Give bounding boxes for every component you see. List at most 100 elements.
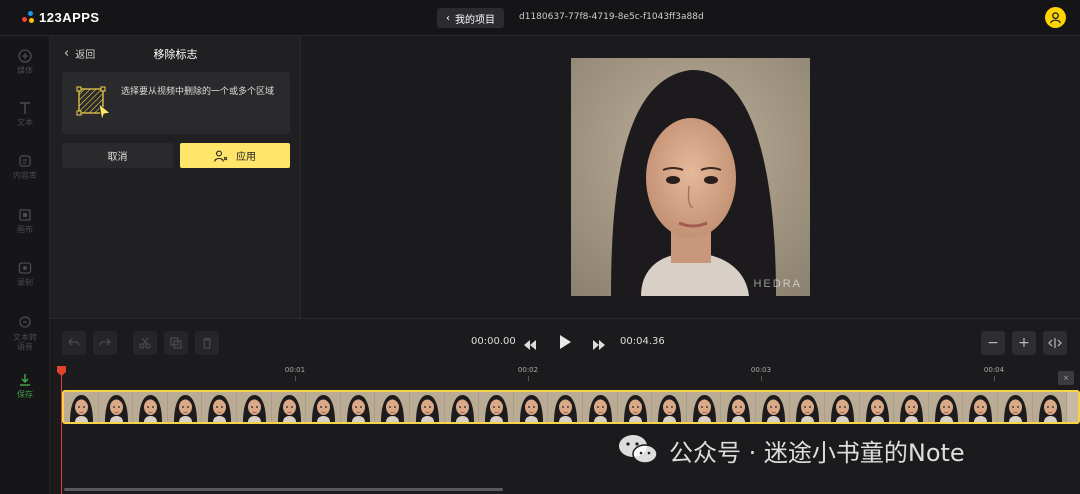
filmstrip-thumbnail [686, 392, 722, 422]
filmstrip-thumbnail [894, 392, 929, 422]
filmstrip-thumbnail [721, 392, 756, 422]
filmstrip-thumbnail [479, 392, 514, 422]
undo-button[interactable] [62, 331, 86, 355]
current-time: 00:00.00 [471, 336, 516, 347]
filmstrip-thumbnail [98, 392, 134, 422]
zoom-out-button[interactable]: − [981, 331, 1005, 355]
nav-item-library[interactable]: 内容库 [0, 153, 50, 180]
undo-icon [68, 338, 80, 346]
user-avatar[interactable] [1045, 7, 1066, 28]
filmstrip-thumbnail [513, 392, 549, 422]
nav-label: 媒体 [17, 66, 33, 75]
filmstrip-thumbnail [444, 392, 480, 422]
nav-label: 内容库 [13, 171, 37, 180]
canvas-icon [19, 209, 31, 221]
filmstrip-thumbnail [375, 392, 410, 422]
fit-timeline-button[interactable] [1043, 331, 1067, 355]
my-projects-label: 我的项目 [455, 14, 495, 26]
playhead-handle[interactable] [57, 366, 66, 376]
filmstrip-thumbnail [859, 392, 895, 422]
apply-button[interactable]: 应用 [180, 143, 290, 168]
filmstrip-thumbnail [582, 392, 618, 422]
text-icon [20, 102, 30, 114]
playback-controls: 00:00.00 00:04.36 − + [50, 318, 1080, 364]
filmstrip-thumbnail [928, 392, 964, 422]
filmstrip-thumbnail [64, 392, 99, 422]
nav-item-media[interactable]: 媒体 [0, 48, 50, 75]
video-frame[interactable]: HEDRA [571, 58, 810, 296]
filmstrip-thumbnail [409, 392, 445, 422]
video-watermark[interactable]: HEDRA [753, 278, 802, 290]
rewind-button[interactable] [523, 336, 537, 355]
nav-label: 文本 [17, 118, 33, 127]
nav-item-save[interactable]: 保存 [0, 372, 50, 399]
redo-button[interactable] [93, 331, 117, 355]
fast-forward-button[interactable] [592, 336, 606, 355]
logo-icon [22, 11, 35, 24]
fit-width-icon [1048, 338, 1062, 348]
filmstrip-thumbnail [755, 392, 791, 422]
end-marker[interactable]: × [1058, 371, 1074, 385]
apply-label: 应用 [236, 152, 256, 163]
filmstrip-thumbnail [790, 392, 826, 422]
person-remove-icon [214, 150, 228, 162]
chevron-left-icon: ‹ [446, 12, 450, 24]
nav-label: 录制 [17, 278, 33, 287]
info-text: 选择要从视频中删除的一个或多个区域 [121, 87, 275, 97]
tick-label: 00:03 [750, 366, 772, 374]
nav-item-text[interactable]: 文本 [0, 100, 50, 127]
remove-logo-panel: ‹ 返回 移除标志 选择要从视频中删除的一个或多个区域 取消 应用 [50, 36, 301, 318]
tick-mark [295, 376, 296, 381]
filmstrip-thumbnail [1032, 392, 1068, 422]
nav-item-canvas[interactable]: 画布 [0, 207, 50, 234]
tick-label: 00:01 [284, 366, 306, 374]
play-button[interactable] [558, 334, 572, 354]
play-icon [560, 335, 571, 349]
filmstrip-thumbnail [236, 392, 272, 422]
nav-item-tts[interactable]: 文本转语音 [0, 315, 50, 351]
wechat-icon [619, 435, 658, 464]
filmstrip-thumbnail [998, 392, 1033, 422]
logo-text: 123APPS [39, 10, 100, 25]
library-icon [19, 155, 31, 167]
delete-button[interactable] [195, 331, 219, 355]
filmstrip-thumbnail [133, 392, 168, 422]
video-track[interactable] [62, 390, 1080, 424]
plus-icon: + [1018, 335, 1030, 351]
filmstrip-thumbnail [963, 392, 999, 422]
download-icon [20, 374, 30, 386]
filmstrip-thumbnail [617, 392, 653, 422]
tick-mark [761, 376, 762, 381]
timeline-scrollbar[interactable] [64, 488, 503, 491]
left-sidebar: 媒体 文本 内容库 画布 录制 文本转语音 保存 [0, 36, 50, 494]
tts-icon [19, 316, 31, 328]
tick-mark [994, 376, 995, 381]
record-icon [18, 262, 32, 274]
cancel-button[interactable]: 取消 [62, 143, 173, 168]
filmstrip-thumbnail [548, 392, 583, 422]
scissors-icon [139, 337, 151, 349]
top-bar: 123APPS ‹ 我的项目 d1180637-77f8-4719-8e5c-f… [0, 0, 1080, 36]
fast-forward-icon [593, 340, 605, 350]
redo-icon [99, 338, 111, 346]
total-time: 00:04.36 [620, 336, 665, 347]
cut-button[interactable] [133, 331, 157, 355]
filmstrip-thumbnail [271, 392, 307, 422]
timeline[interactable]: 00:01 00:02 00:03 00:04 × [50, 364, 1080, 494]
filmstrip-thumbnail [825, 392, 860, 422]
filmstrip-thumbnail [306, 392, 341, 422]
panel-title: 移除标志 [153, 48, 198, 61]
nav-label: 文本转语音 [13, 333, 37, 351]
portrait-image [571, 58, 810, 296]
video-preview: HEDRA [301, 36, 1080, 318]
nav-label: 保存 [17, 390, 33, 399]
app-logo[interactable]: 123APPS [22, 10, 100, 25]
rewind-icon [524, 340, 536, 350]
copy-icon [170, 337, 182, 349]
nav-item-record[interactable]: 录制 [0, 260, 50, 287]
my-projects-button[interactable]: ‹ 我的项目 [437, 8, 504, 28]
playhead[interactable] [61, 370, 62, 494]
duplicate-button[interactable] [164, 331, 188, 355]
filmstrip-thumbnail [652, 392, 687, 422]
zoom-in-button[interactable]: + [1012, 331, 1036, 355]
